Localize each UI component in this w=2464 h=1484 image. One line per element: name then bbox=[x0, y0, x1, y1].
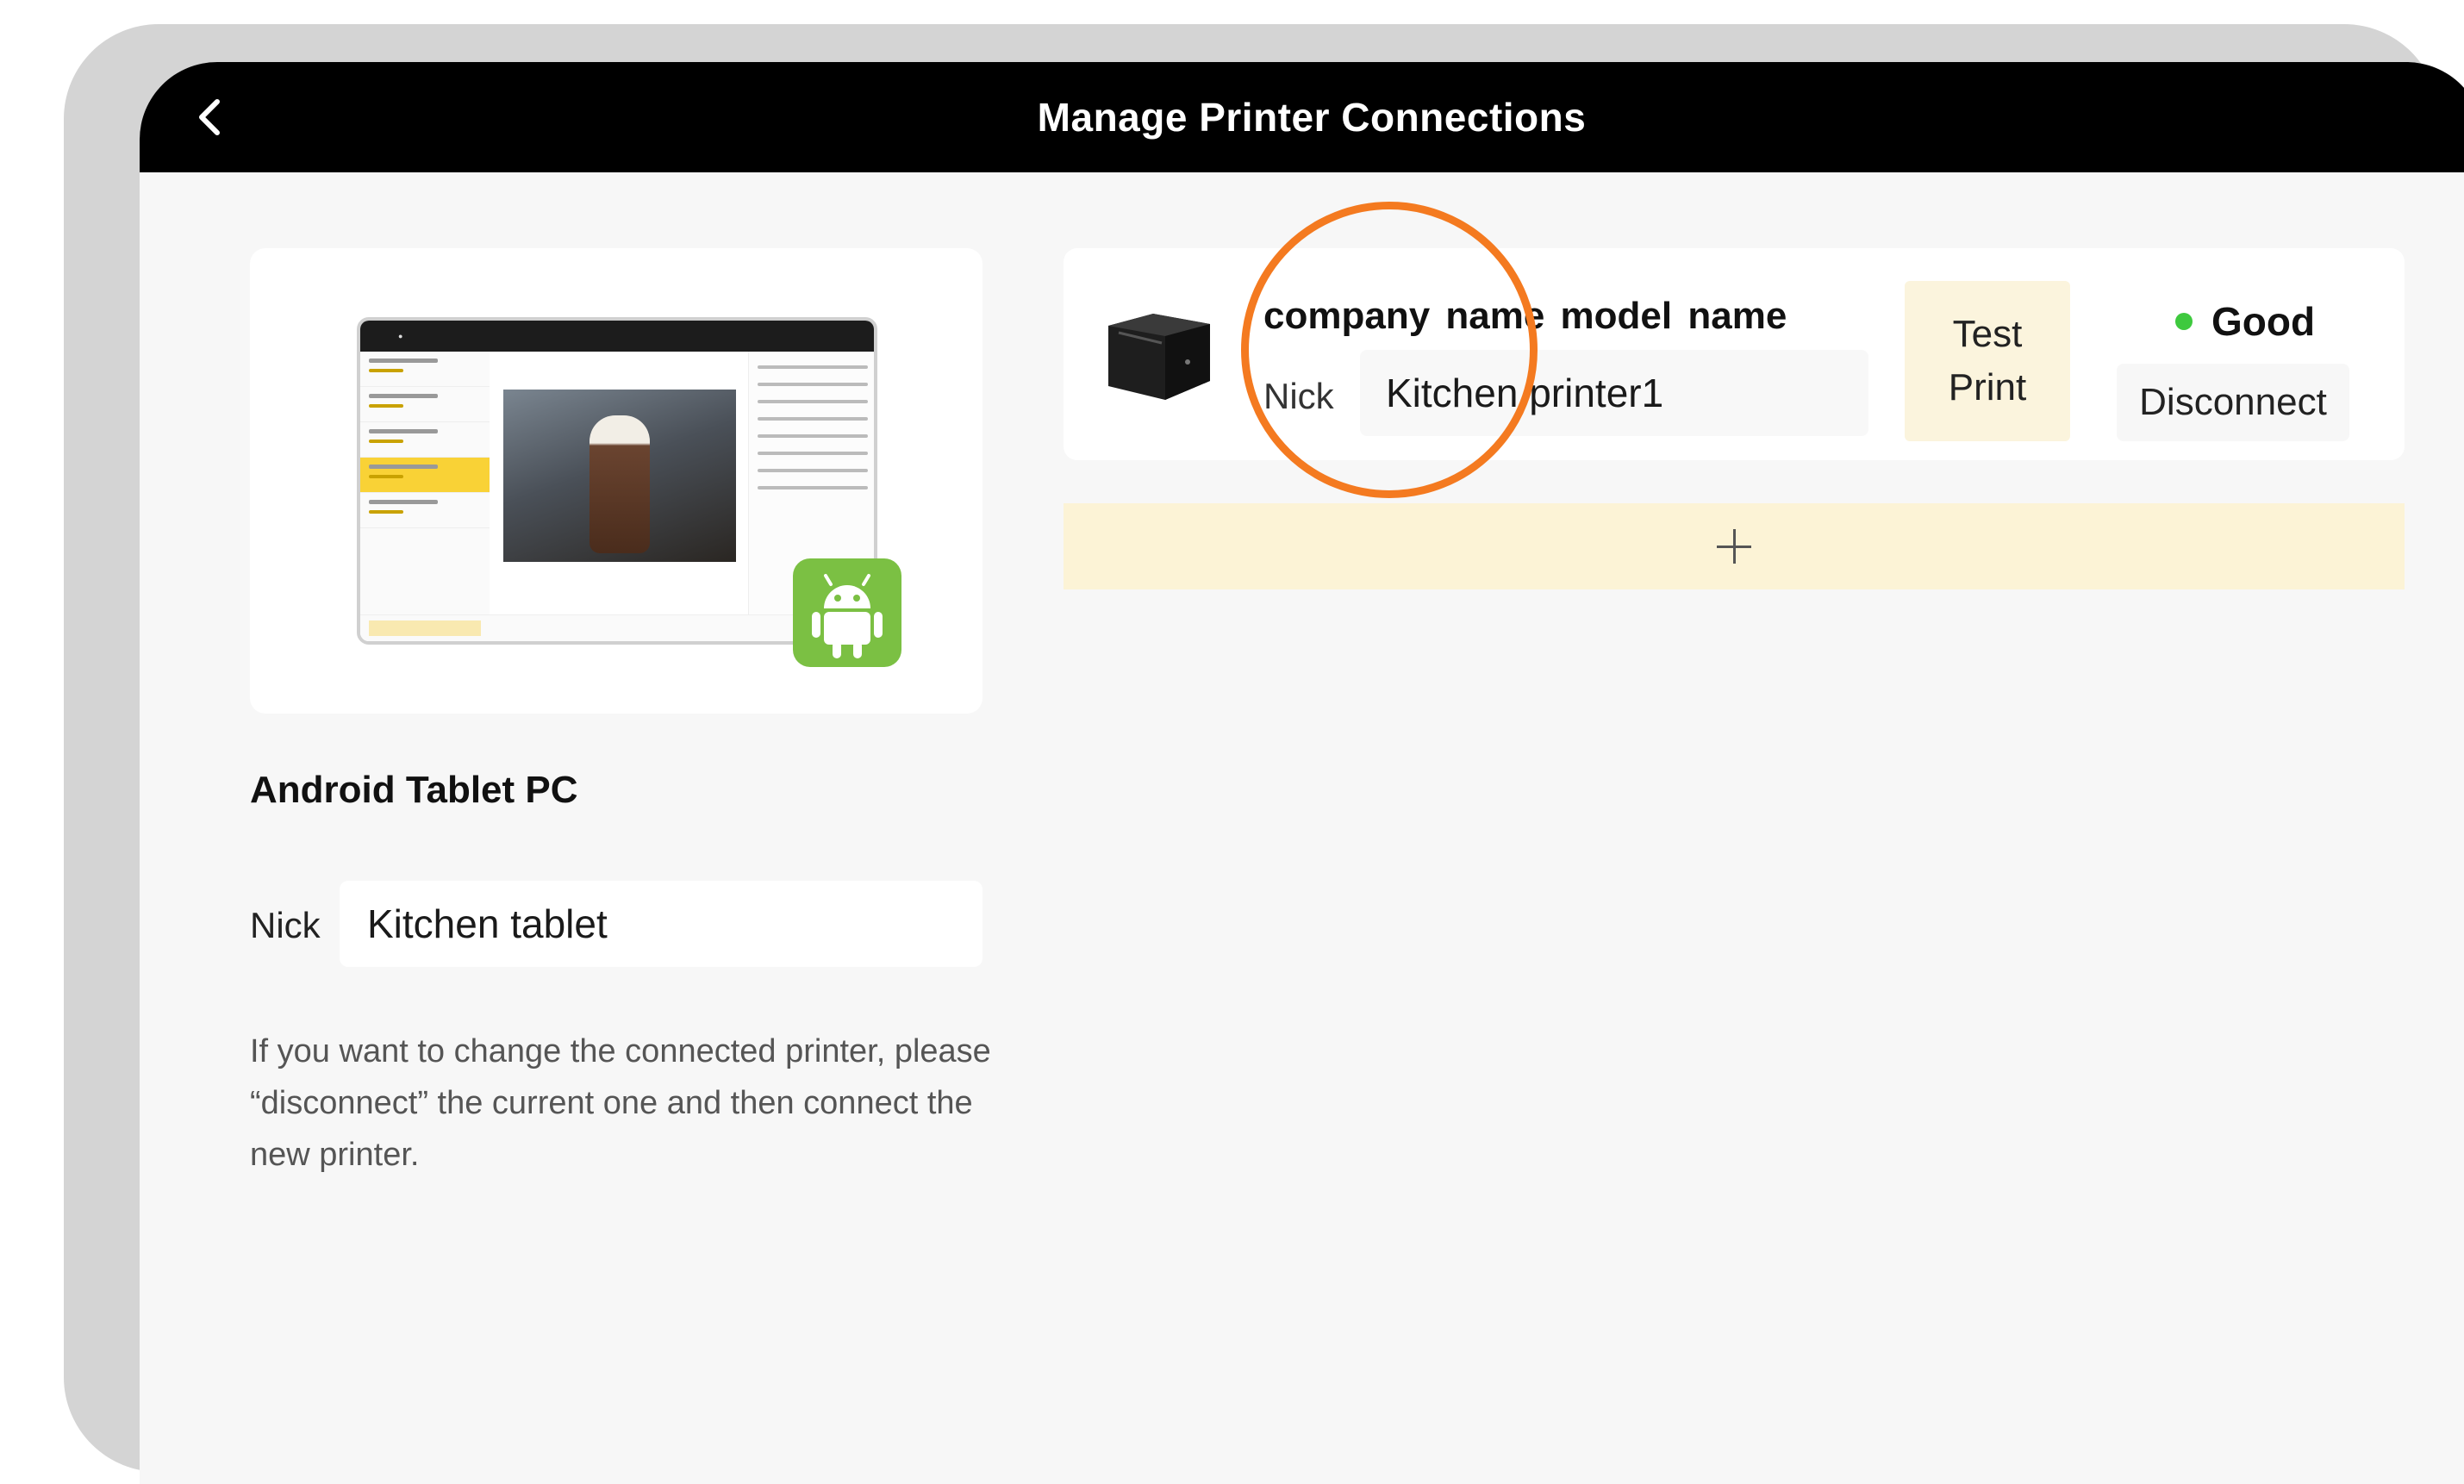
tablet-nick-label: Nick bbox=[250, 905, 321, 945]
device-type-title: Android Tablet PC bbox=[250, 769, 578, 811]
connection-status: Good bbox=[2175, 298, 2315, 345]
page-title: Manage Printer Connections bbox=[1037, 95, 1587, 140]
printer-model-name: company name model name bbox=[1263, 295, 1787, 337]
tablet-preview-card: ● bbox=[250, 248, 982, 714]
android-icon bbox=[793, 558, 901, 667]
device-frame: Manage Printer Connections ● Android Tab… bbox=[64, 24, 2464, 1484]
test-print-label-line2: Print bbox=[1948, 366, 2027, 408]
plus-icon bbox=[1717, 529, 1751, 564]
app-screen: Manage Printer Connections ● Android Tab… bbox=[140, 62, 2464, 1484]
top-bar: Manage Printer Connections bbox=[140, 62, 2464, 172]
printer-card: company name model name Nick Kitchen pri… bbox=[1064, 248, 2405, 460]
status-label: Good bbox=[2211, 299, 2316, 344]
printer-icon bbox=[1101, 307, 1217, 408]
change-printer-hint: If you want to change the connected prin… bbox=[250, 1033, 991, 1173]
status-dot-icon bbox=[2175, 313, 2193, 330]
printer-nick-input[interactable]: Kitchen printer1 bbox=[1360, 350, 1868, 436]
test-print-label-line1: Test bbox=[1952, 313, 2023, 355]
disconnect-button[interactable]: Disconnect bbox=[2117, 364, 2349, 441]
chevron-left-icon[interactable] bbox=[184, 91, 236, 143]
test-print-button[interactable]: Test Print bbox=[1905, 281, 2070, 441]
printer-nick-label: Nick bbox=[1263, 376, 1334, 416]
add-printer-button[interactable] bbox=[1064, 503, 2405, 589]
tablet-nick-input[interactable]: Kitchen tablet bbox=[340, 881, 982, 967]
back-button[interactable] bbox=[184, 91, 236, 143]
